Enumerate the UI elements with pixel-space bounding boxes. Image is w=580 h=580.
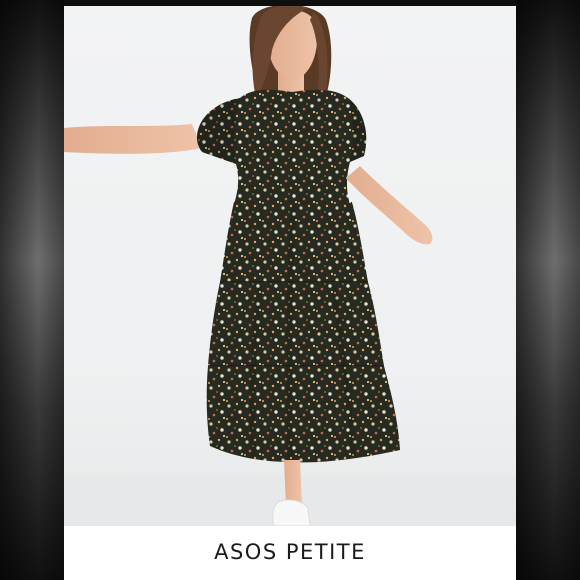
left-blur-border: [0, 0, 64, 580]
image-frame: ASOS PETITE: [0, 0, 580, 580]
right-blur-border: [516, 0, 580, 580]
brand-caption: ASOS PETITE: [214, 540, 366, 564]
model-illustration: [64, 6, 516, 526]
caption-bar: ASOS PETITE: [64, 526, 516, 580]
product-photo: [64, 6, 516, 526]
